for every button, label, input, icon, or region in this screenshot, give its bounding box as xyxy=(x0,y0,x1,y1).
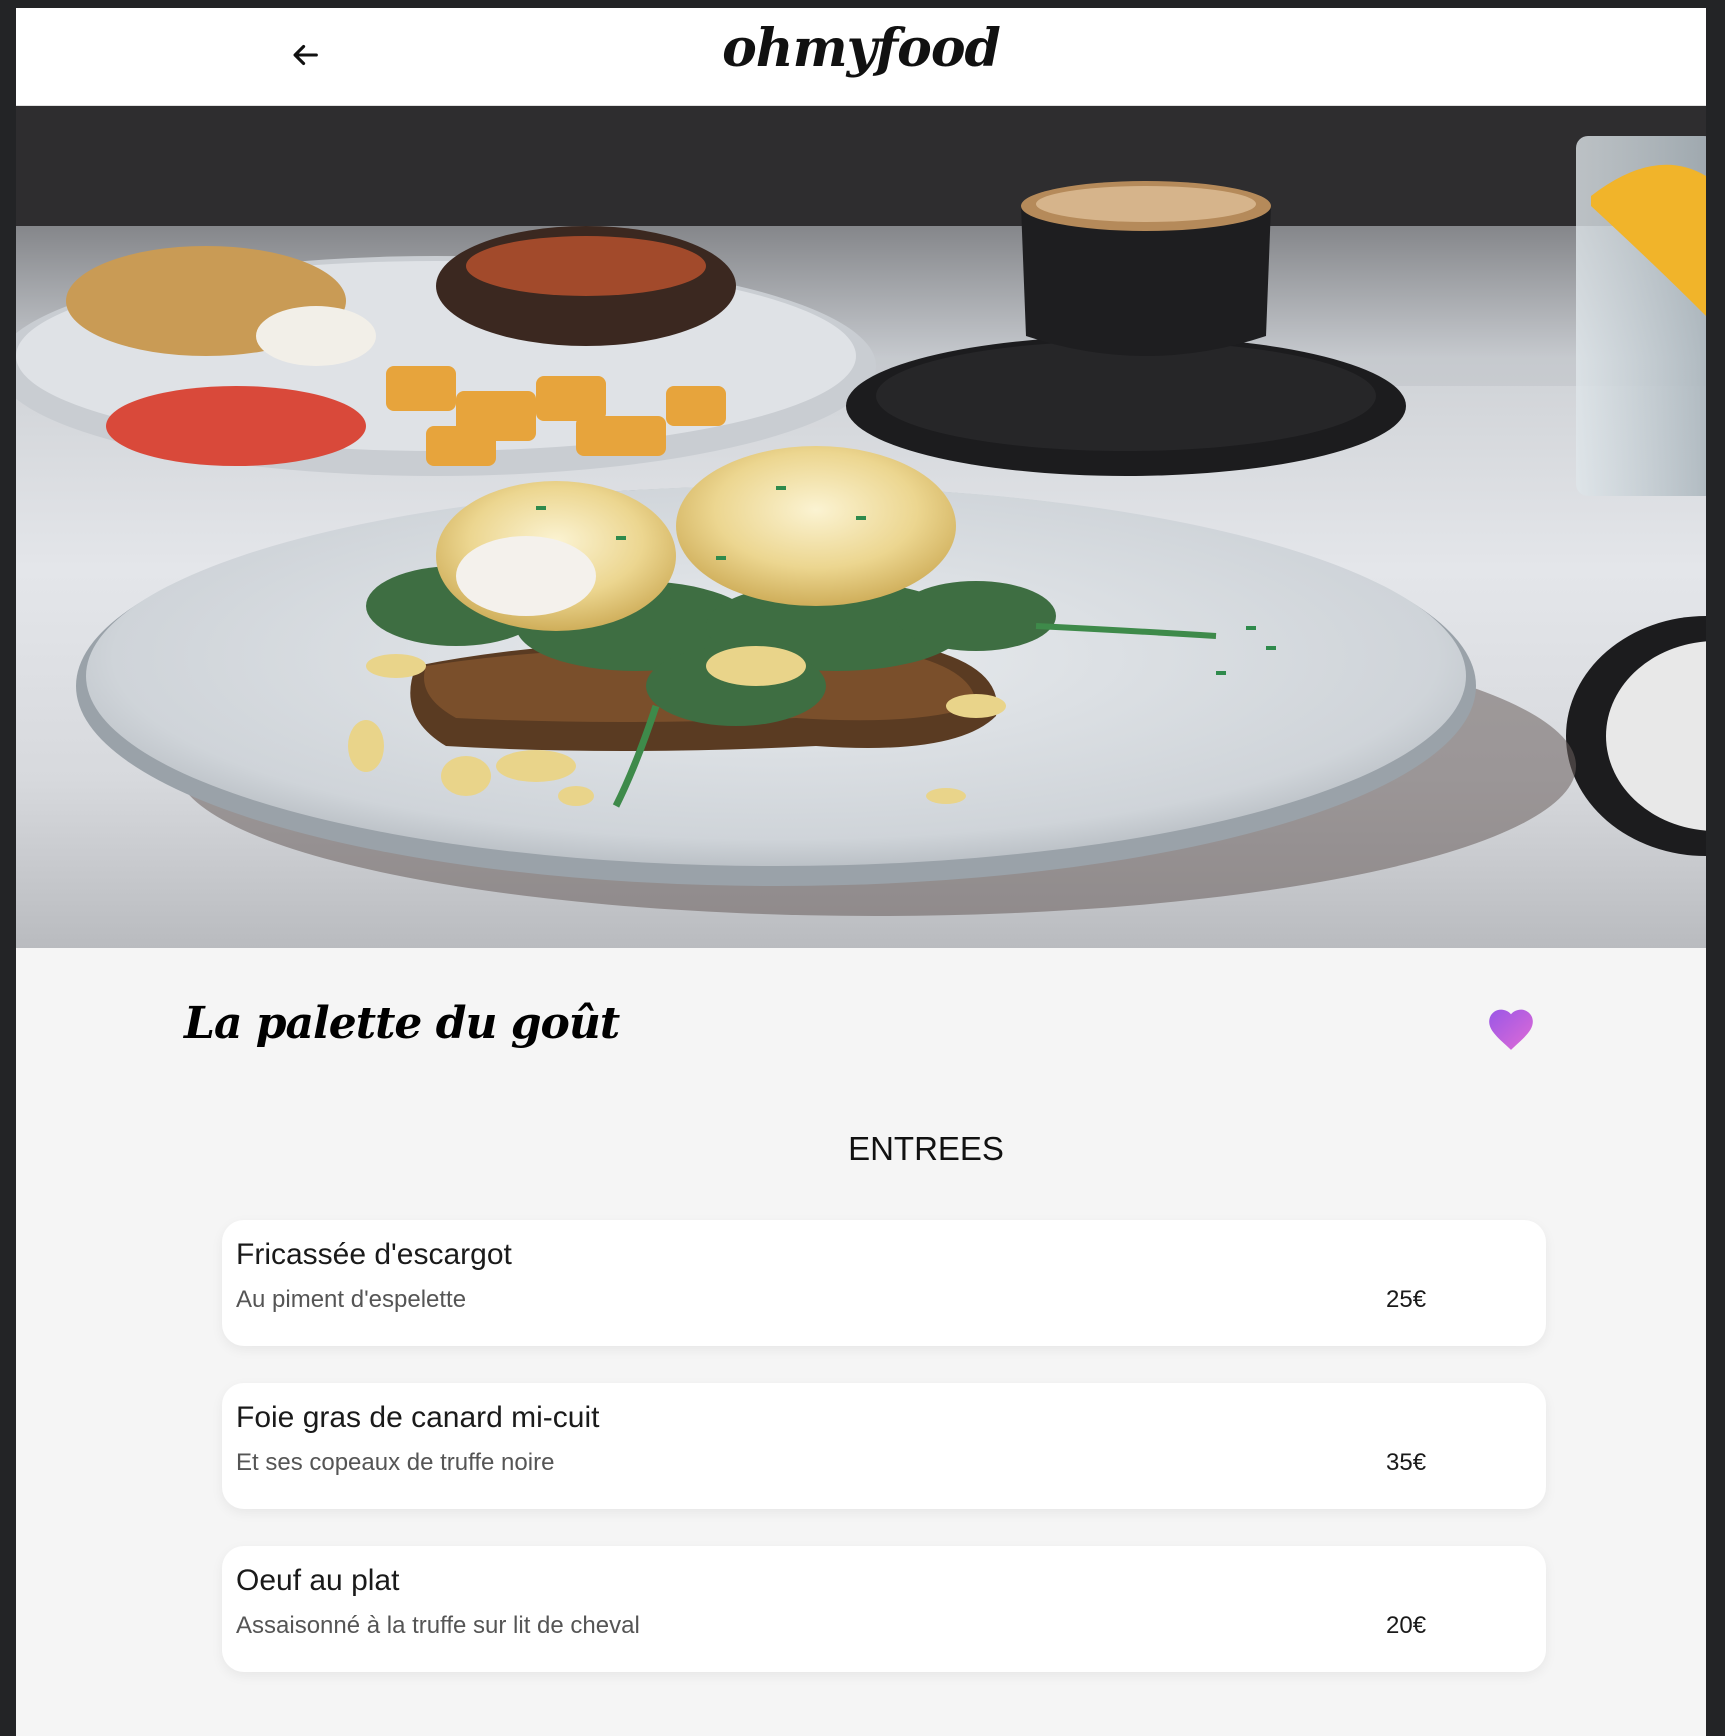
logo[interactable]: ohmyfood xyxy=(16,18,1706,79)
dish-price: 25€ xyxy=(1386,1286,1427,1313)
hero-photo xyxy=(16,106,1706,916)
menu-item[interactable]: Oeuf au plat Assaisonné à la truffe sur … xyxy=(222,1546,1546,1672)
dish-price: 20€ xyxy=(1386,1612,1427,1639)
heart-icon xyxy=(1489,1009,1533,1050)
dish-name: Oeuf au plat xyxy=(236,1564,400,1597)
like-button[interactable] xyxy=(1484,1004,1538,1052)
dish-description: Et ses copeaux de truffe noire xyxy=(236,1449,555,1476)
menu-section-title: ENTREES xyxy=(848,1130,1004,1167)
dish-description: Assaisonné à la truffe sur lit de cheval xyxy=(236,1612,640,1639)
app-header: ohmyfood xyxy=(16,8,1706,106)
dish-name: Fricassée d'escargot xyxy=(236,1238,512,1271)
hero-image xyxy=(16,106,1706,948)
restaurant-name: La palette du goût xyxy=(184,998,620,1049)
page: ohmyfood La palette du goût ENTREES Fric… xyxy=(16,8,1706,1736)
dish-name: Foie gras de canard mi-cuit xyxy=(236,1401,600,1434)
menu-item[interactable]: Fricassée d'escargot Au piment d'espelet… xyxy=(222,1220,1546,1346)
dish-price: 35€ xyxy=(1386,1449,1427,1476)
dish-description: Au piment d'espelette xyxy=(236,1286,467,1313)
menu-item[interactable]: Foie gras de canard mi-cuit Et ses copea… xyxy=(222,1383,1546,1509)
